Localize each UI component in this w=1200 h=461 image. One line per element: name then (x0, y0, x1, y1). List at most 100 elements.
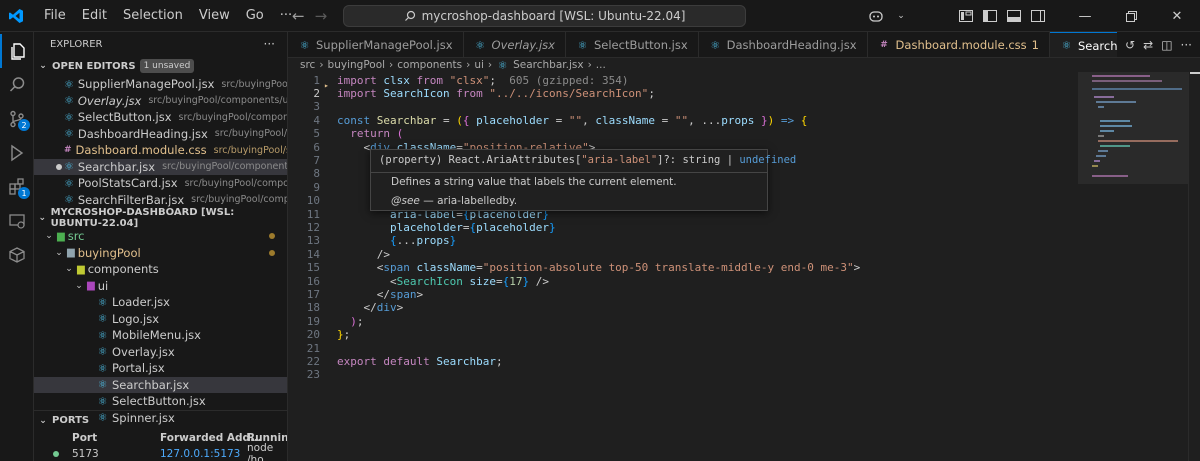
react-file-icon: ⚛ (710, 38, 721, 52)
lightbulb-icon[interactable]: ▸ (324, 82, 330, 90)
editor-tab[interactable]: ⚛ DashboardHeading.jsx (699, 32, 868, 57)
toggle-secondary-sidebar-icon[interactable] (1026, 0, 1050, 32)
search-icon (404, 10, 415, 21)
minimap[interactable] (1078, 72, 1188, 461)
timeline-history-icon[interactable]: ↺ (1125, 38, 1135, 52)
menu-edit[interactable]: Edit (74, 0, 115, 32)
restore-button[interactable] (1108, 0, 1154, 32)
breadcrumb-item[interactable]: buyingPool (328, 59, 386, 71)
command-center[interactable]: mycroshop-dashboard [WSL: Ubuntu-22.04] (343, 5, 746, 27)
open-editor-item[interactable]: ⚛DashboardHeading.jsx src/buyingPool/comp… (34, 126, 287, 143)
tree-folder-src[interactable]: ⌄ ▆ src (34, 228, 287, 245)
tree-file-item[interactable]: ⚛ Overlay.jsx (34, 344, 287, 361)
breadcrumb-item[interactable]: ui (474, 59, 484, 71)
react-file-icon: ⚛ (1061, 39, 1072, 52)
command-center-label: mycroshop-dashboard [WSL: Ubuntu-22.04] (421, 9, 686, 23)
run-debug-activity-icon[interactable] (0, 136, 34, 170)
open-editor-item[interactable]: ⚛SupplierManagePool.jsx src/buyingPool/pa… (34, 76, 287, 93)
search-activity-icon[interactable] (0, 68, 34, 102)
workspace-label: MYCROSHOP-DASHBOARD [WSL: UBUNTU-22.04] (50, 207, 235, 229)
tree-file-item[interactable]: ⚛ Logo.jsx (34, 311, 287, 328)
tree-file-item[interactable]: ⚛ Loader.jsx (34, 294, 287, 311)
source-control-badge: 2 (18, 119, 30, 131)
close-window-button[interactable]: ✕ (1154, 0, 1200, 32)
extensions-activity-icon[interactable]: 1 (0, 170, 34, 204)
tree-file-label: Portal.jsx (112, 361, 165, 376)
explorer-title: EXPLORER (50, 38, 103, 50)
tree-folder-components[interactable]: ⌄ ▆ components (34, 261, 287, 278)
editor-tab-label: SupplierManagePool.jsx (316, 38, 453, 52)
breadcrumb-item[interactable]: src (300, 59, 315, 71)
ports-section[interactable]: ⌄ PORTS (34, 410, 287, 430)
menu-bar: File Edit Selection View Go ··· (36, 0, 300, 32)
toggle-panel-icon[interactable] (1002, 0, 1026, 32)
back-arrow-icon[interactable]: ← (292, 6, 305, 26)
docker-activity-icon[interactable] (0, 238, 34, 272)
ports-table-row[interactable]: 5173 127.0.0.1:5173 node /ho (34, 442, 287, 461)
tabs-list: ⚛ SupplierManagePool.jsx ⚛ Overlay.jsx ⚛ Sele… (288, 32, 1200, 57)
editor-tab[interactable]: ⚛ Overlay.jsx (464, 32, 566, 57)
breadcrumb-item[interactable]: ... (596, 59, 606, 71)
react-file-icon: ⚛ (64, 77, 74, 91)
open-editor-item[interactable]: ⚛Searchbar.jsx src/buyingPool/components/… (34, 158, 287, 175)
react-file-icon: ⚛ (64, 176, 74, 190)
css-file-icon: # (64, 145, 72, 156)
open-editor-item[interactable]: ⚛SearchFilterBar.jsx src/buyingPool/compo… (34, 192, 287, 209)
open-editor-item[interactable]: ⚛SelectButton.jsx src/buyingPool/componen… (34, 109, 287, 126)
open-editor-item[interactable]: ⚛ Overlay.jsx src/buyingPool/components/ui (34, 93, 287, 110)
tree-file-item[interactable]: ⚛ SelectButton.jsx (34, 393, 287, 410)
copilot-dropdown-chevron-icon[interactable]: ⌄ (894, 0, 908, 32)
more-actions-icon[interactable]: ··· (1181, 38, 1192, 52)
open-editor-path: src/buyingPool/styles (213, 144, 287, 156)
minimize-button[interactable]: — (1062, 0, 1108, 32)
editor-tab[interactable]: # Dashboard.module.css 1 (868, 32, 1050, 57)
explorer-activity-icon[interactable] (0, 34, 34, 68)
tree-folder-ui[interactable]: ⌄ ▆ ui (34, 278, 287, 295)
editor-scrollbar[interactable] (1188, 72, 1200, 461)
ports-col-port[interactable]: Port (72, 432, 97, 444)
modified-dot-icon (269, 249, 275, 256)
menu-go[interactable]: Go (238, 0, 272, 32)
react-file-icon: ⚛ (97, 345, 108, 359)
source-control-activity-icon[interactable]: 2 (0, 102, 34, 136)
editor-tab[interactable]: ⚛ SupplierManagePool.jsx (288, 32, 464, 57)
copilot-icon[interactable] (864, 0, 888, 32)
forward-arrow-icon[interactable]: → (315, 6, 328, 26)
customize-layout-icon[interactable] (954, 0, 978, 32)
split-editor-icon[interactable]: ◫ (1161, 38, 1172, 52)
workspace-section[interactable]: ⌄ MYCROSHOP-DASHBOARD [WSL: UBUNTU-22.04… (34, 207, 287, 229)
diff-icon[interactable]: ⇄ (1143, 38, 1153, 52)
chevron-down-icon: ⌄ (45, 231, 53, 242)
scrollbar-thumb[interactable] (1190, 72, 1200, 74)
line-number: 23 (306, 368, 320, 382)
menu-selection[interactable]: Selection (115, 0, 191, 32)
code-editor[interactable]: 1 import clsx from "clsx"; 605 (gzipped: … (288, 72, 1078, 461)
port-address-link[interactable]: 127.0.0.1:5173 (160, 448, 240, 460)
tree-folder-buyingpool[interactable]: ⌄ ▆ buyingPool (34, 245, 287, 262)
tree-file-item[interactable]: ⚛ Portal.jsx (34, 360, 287, 377)
editor-tab[interactable]: ⚛ SelectButton.jsx (566, 32, 699, 57)
port-process: node /ho (247, 442, 274, 461)
breadcrumb-item[interactable]: components (397, 59, 462, 71)
remote-explorer-activity-icon[interactable] (0, 204, 34, 238)
open-editor-item[interactable]: ⚛PoolStatsCard.jsx src/buyingPool/compone… (34, 175, 287, 192)
tooltip-signature: (property) React.AriaAttributes["aria-la… (379, 154, 797, 166)
tree-file-item[interactable]: ⚛ Searchbar.jsx (34, 376, 287, 393)
explorer-more-actions-icon[interactable]: ··· (264, 37, 275, 51)
menu-view[interactable]: View (191, 0, 238, 32)
tooltip-doc: Defines a string value that labels the c… (391, 176, 677, 188)
modified-dot-icon (269, 233, 275, 240)
toggle-primary-sidebar-icon[interactable] (978, 0, 1002, 32)
minimap-slider[interactable] (1078, 72, 1188, 184)
activity-bar: 2 1 (0, 32, 34, 461)
menu-file[interactable]: File (36, 0, 74, 32)
open-editors-section[interactable]: ⌄ OPEN EDITORS 1 unsaved (34, 56, 287, 76)
navigation-arrows: ← → (292, 6, 327, 26)
breadcrumb-separator-icon: › (587, 59, 592, 71)
unsaved-dot-icon[interactable] (56, 163, 62, 170)
breadcrumb-item[interactable]: Searchbar.jsx (513, 59, 583, 71)
folder-icon: ▆ (67, 247, 75, 259)
open-editor-item[interactable]: #Dashboard.module.css src/buyingPool/styl… (34, 142, 287, 159)
tree-file-item[interactable]: ⚛ MobileMenu.jsx (34, 327, 287, 344)
chevron-down-icon: ⌄ (39, 415, 47, 426)
